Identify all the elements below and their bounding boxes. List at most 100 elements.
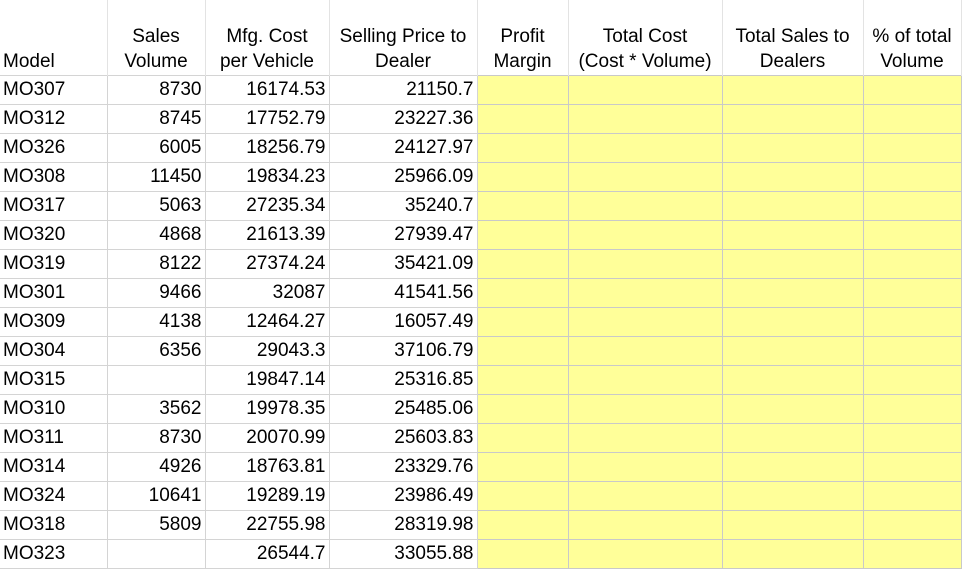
profit-margin-cell[interactable]	[476, 394, 569, 424]
total-cost-cell[interactable]	[567, 510, 723, 540]
profit-margin-cell[interactable]	[476, 104, 569, 134]
selling-price-cell[interactable]: 25485.06	[328, 394, 478, 424]
total-cost-cell[interactable]	[567, 307, 723, 337]
sales-volume-cell[interactable]: 11450	[106, 162, 206, 192]
header-sales-volume[interactable]: Sales Volume	[107, 0, 206, 76]
total-sales-cell[interactable]	[721, 162, 864, 192]
selling-price-cell[interactable]: 35240.7	[328, 191, 478, 221]
total-cost-cell[interactable]	[567, 75, 723, 105]
profit-margin-cell[interactable]	[476, 510, 569, 540]
profit-margin-cell[interactable]	[476, 191, 569, 221]
sales-volume-cell[interactable]: 8730	[106, 75, 206, 105]
pct-volume-cell[interactable]	[862, 481, 962, 511]
model-cell[interactable]: MO318	[0, 510, 108, 540]
mfg-cost-cell[interactable]: 16174.53	[204, 75, 330, 105]
total-cost-cell[interactable]	[567, 162, 723, 192]
total-cost-cell[interactable]	[567, 423, 723, 453]
pct-volume-cell[interactable]	[862, 394, 962, 424]
total-sales-cell[interactable]	[721, 191, 864, 221]
pct-volume-cell[interactable]	[862, 278, 962, 308]
total-cost-cell[interactable]	[567, 452, 723, 482]
total-cost-cell[interactable]	[567, 539, 723, 569]
total-sales-cell[interactable]	[721, 336, 864, 366]
profit-margin-cell[interactable]	[476, 365, 569, 395]
model-cell[interactable]: MO319	[0, 249, 108, 279]
total-sales-cell[interactable]	[721, 133, 864, 163]
model-cell[interactable]: MO310	[0, 394, 108, 424]
selling-price-cell[interactable]: 23329.76	[328, 452, 478, 482]
mfg-cost-cell[interactable]: 29043.3	[204, 336, 330, 366]
total-cost-cell[interactable]	[567, 481, 723, 511]
sales-volume-cell[interactable]: 8122	[106, 249, 206, 279]
model-cell[interactable]: MO326	[0, 133, 108, 163]
model-cell[interactable]: MO301	[0, 278, 108, 308]
header-pct-volume[interactable]: % of total Volume	[863, 0, 962, 76]
mfg-cost-cell[interactable]: 19289.19	[204, 481, 330, 511]
sales-volume-cell[interactable]: 10641	[106, 481, 206, 511]
sales-volume-cell[interactable]: 5063	[106, 191, 206, 221]
selling-price-cell[interactable]: 23227.36	[328, 104, 478, 134]
total-cost-cell[interactable]	[567, 249, 723, 279]
model-cell[interactable]: MO323	[0, 539, 108, 569]
pct-volume-cell[interactable]	[862, 75, 962, 105]
mfg-cost-cell[interactable]: 27235.34	[204, 191, 330, 221]
selling-price-cell[interactable]: 21150.7	[328, 75, 478, 105]
mfg-cost-cell[interactable]: 17752.79	[204, 104, 330, 134]
total-cost-cell[interactable]	[567, 336, 723, 366]
profit-margin-cell[interactable]	[476, 162, 569, 192]
sales-volume-cell[interactable]: 3562	[106, 394, 206, 424]
sales-volume-cell[interactable]: 6005	[106, 133, 206, 163]
total-sales-cell[interactable]	[721, 394, 864, 424]
profit-margin-cell[interactable]	[476, 539, 569, 569]
sales-volume-cell[interactable]: 4138	[106, 307, 206, 337]
mfg-cost-cell[interactable]: 27374.24	[204, 249, 330, 279]
profit-margin-cell[interactable]	[476, 452, 569, 482]
pct-volume-cell[interactable]	[862, 220, 962, 250]
model-cell[interactable]: MO304	[0, 336, 108, 366]
model-cell[interactable]: MO315	[0, 365, 108, 395]
model-cell[interactable]: MO308	[0, 162, 108, 192]
selling-price-cell[interactable]: 28319.98	[328, 510, 478, 540]
sales-volume-cell[interactable]: 5809	[106, 510, 206, 540]
mfg-cost-cell[interactable]: 22755.98	[204, 510, 330, 540]
pct-volume-cell[interactable]	[862, 133, 962, 163]
selling-price-cell[interactable]: 25966.09	[328, 162, 478, 192]
profit-margin-cell[interactable]	[476, 481, 569, 511]
selling-price-cell[interactable]: 24127.97	[328, 133, 478, 163]
sales-volume-cell[interactable]: 6356	[106, 336, 206, 366]
model-cell[interactable]: MO307	[0, 75, 108, 105]
total-sales-cell[interactable]	[721, 75, 864, 105]
selling-price-cell[interactable]: 25316.85	[328, 365, 478, 395]
pct-volume-cell[interactable]	[862, 249, 962, 279]
header-model[interactable]: Model	[0, 0, 108, 76]
header-selling-price[interactable]: Selling Price to Dealer	[329, 0, 478, 76]
mfg-cost-cell[interactable]: 19847.14	[204, 365, 330, 395]
mfg-cost-cell[interactable]: 19834.23	[204, 162, 330, 192]
selling-price-cell[interactable]: 35421.09	[328, 249, 478, 279]
model-cell[interactable]: MO314	[0, 452, 108, 482]
profit-margin-cell[interactable]	[476, 75, 569, 105]
header-total-cost[interactable]: Total Cost (Cost * Volume)	[568, 0, 723, 76]
total-cost-cell[interactable]	[567, 220, 723, 250]
profit-margin-cell[interactable]	[476, 133, 569, 163]
total-cost-cell[interactable]	[567, 394, 723, 424]
selling-price-cell[interactable]: 33055.88	[328, 539, 478, 569]
pct-volume-cell[interactable]	[862, 191, 962, 221]
profit-margin-cell[interactable]	[476, 336, 569, 366]
mfg-cost-cell[interactable]: 19978.35	[204, 394, 330, 424]
total-sales-cell[interactable]	[721, 365, 864, 395]
model-cell[interactable]: MO312	[0, 104, 108, 134]
selling-price-cell[interactable]: 16057.49	[328, 307, 478, 337]
mfg-cost-cell[interactable]: 12464.27	[204, 307, 330, 337]
mfg-cost-cell[interactable]: 21613.39	[204, 220, 330, 250]
total-sales-cell[interactable]	[721, 104, 864, 134]
total-sales-cell[interactable]	[721, 481, 864, 511]
selling-price-cell[interactable]: 25603.83	[328, 423, 478, 453]
pct-volume-cell[interactable]	[862, 539, 962, 569]
pct-volume-cell[interactable]	[862, 452, 962, 482]
pct-volume-cell[interactable]	[862, 336, 962, 366]
mfg-cost-cell[interactable]: 32087	[204, 278, 330, 308]
sales-volume-cell[interactable]: 4868	[106, 220, 206, 250]
total-sales-cell[interactable]	[721, 278, 864, 308]
mfg-cost-cell[interactable]: 18256.79	[204, 133, 330, 163]
